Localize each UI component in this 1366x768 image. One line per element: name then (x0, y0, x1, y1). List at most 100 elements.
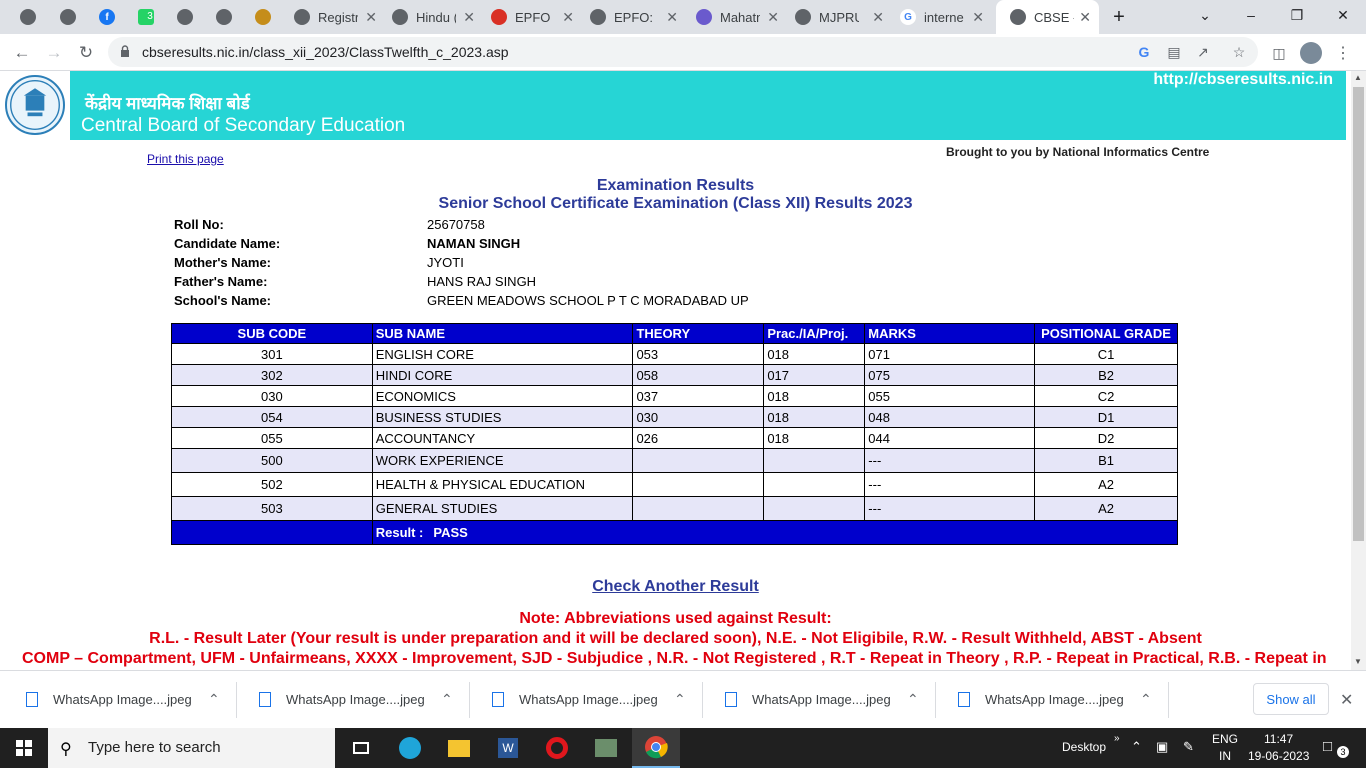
tab-label: EPFO: H (614, 9, 654, 25)
download-filename: WhatsApp Image....jpeg (985, 692, 1124, 707)
download-item[interactable]: WhatsApp Image....jpeg ⌃ (936, 671, 1169, 729)
forward-button[interactable]: → (41, 40, 67, 66)
table-cell-theory: 037 (632, 385, 765, 407)
cbse-banner: केंद्रीय माध्यमिक शिक्षा बोर्ड Central B… (0, 71, 1346, 140)
ita-icon (255, 9, 271, 25)
table-row: 502 HEALTH & PHYSICAL EDUCATION --- A2 (171, 472, 1178, 497)
tab-label: Hindu ( (416, 9, 456, 25)
translate-icon[interactable]: ▤ (1166, 44, 1182, 60)
download-item[interactable]: WhatsApp Image....jpeg ⌃ (4, 671, 237, 729)
table-cell-name: ECONOMICS (371, 385, 634, 407)
scroll-thumb[interactable] (1353, 87, 1364, 541)
window-close-icon[interactable]: ✕ (1320, 0, 1366, 30)
windows-taskbar: ⚲ Type here to search W Desktop » ⌃ ▣ ✎ … (0, 728, 1366, 768)
desktop-toolbar-label[interactable]: Desktop (1062, 740, 1106, 754)
maximize-icon[interactable]: ❐ (1274, 0, 1320, 30)
close-tab-icon[interactable]: ✕ (767, 9, 779, 25)
candidate-name-value: NAMAN SINGH (427, 236, 521, 251)
language-region[interactable]: IN (1219, 749, 1231, 763)
chrome-taskbar-icon[interactable] (632, 728, 680, 768)
chevron-up-icon[interactable]: ⌃ (674, 691, 686, 708)
browser-tab[interactable] (56, 0, 94, 34)
toolbar-expand-icon[interactable]: » (1114, 733, 1120, 744)
browser-tab[interactable]: Registr ✕ (290, 0, 385, 34)
address-bar[interactable]: cbseresults.nic.in/class_xii_2023/ClassT… (108, 37, 1258, 67)
close-tab-icon[interactable]: ✕ (463, 9, 475, 25)
close-tab-icon[interactable]: ✕ (972, 9, 984, 25)
close-tab-icon[interactable]: ✕ (1079, 9, 1091, 25)
clock-date[interactable]: 19-06-2023 (1248, 749, 1309, 763)
word-icon[interactable]: W (484, 728, 532, 768)
result-row: Result : PASS (171, 520, 1179, 545)
browser-tab[interactable]: Ginterne ✕ (896, 0, 992, 34)
network-icon[interactable]: ▣ (1156, 739, 1168, 755)
side-panel-icon[interactable]: ◫ (1266, 40, 1292, 66)
pen-icon[interactable]: ✎ (1183, 739, 1194, 755)
browser-tab[interactable]: Hindu ( ✕ (388, 0, 483, 34)
download-item[interactable]: WhatsApp Image....jpeg ⌃ (237, 671, 470, 729)
table-cell-grade: C1 (1034, 343, 1178, 365)
table-cell-theory (632, 448, 765, 473)
scroll-up-icon[interactable]: ▲ (1354, 73, 1362, 82)
new-tab-icon[interactable]: + (1096, 2, 1142, 32)
browser-tab[interactable] (212, 0, 250, 34)
browser-tab[interactable] (173, 0, 211, 34)
page-scrollbar[interactable]: ▲ ▼ (1351, 71, 1366, 670)
close-tab-icon[interactable]: ✕ (666, 9, 678, 25)
scroll-down-icon[interactable]: ▼ (1354, 657, 1362, 666)
browser-tab[interactable]: Mahatm ✕ (692, 0, 787, 34)
result-status: Result : PASS (371, 520, 1179, 545)
windows-start-icon[interactable] (0, 728, 48, 768)
browser-tab[interactable] (251, 0, 289, 34)
close-tab-icon[interactable]: ✕ (872, 9, 884, 25)
table-cell-prac: 018 (763, 343, 866, 365)
file-explorer-icon[interactable] (435, 728, 483, 768)
app-icon[interactable] (582, 728, 630, 768)
image-file-icon (259, 692, 271, 707)
table-cell-name: BUSINESS STUDIES (371, 406, 634, 428)
clock-time[interactable]: 11:47 (1264, 732, 1293, 746)
tray-overflow-icon[interactable]: ⌃ (1131, 739, 1142, 755)
table-cell-code: 301 (171, 343, 373, 365)
table-row: 503 GENERAL STUDIES --- A2 (171, 496, 1178, 521)
chevron-up-icon[interactable]: ⌃ (441, 691, 453, 708)
reload-button[interactable]: ↻ (73, 40, 99, 66)
profile-avatar[interactable] (1298, 40, 1324, 66)
downloads-bar: WhatsApp Image....jpeg ⌃ WhatsApp Image...… (0, 670, 1366, 728)
close-downloads-icon[interactable]: ✕ (1340, 690, 1353, 710)
browser-tab[interactable] (16, 0, 54, 34)
minimize-icon[interactable]: – (1228, 0, 1274, 30)
tab-search-icon[interactable]: ⌄ (1182, 0, 1228, 30)
show-all-downloads-button[interactable]: Show all (1253, 683, 1329, 715)
epfo-icon (491, 9, 507, 25)
close-tab-icon[interactable]: ✕ (365, 9, 377, 25)
back-button[interactable]: ← (9, 40, 35, 66)
download-item[interactable]: WhatsApp Image....jpeg ⌃ (470, 671, 703, 729)
close-tab-icon[interactable]: ✕ (562, 9, 574, 25)
browser-tab[interactable]: EPFO: H ✕ (586, 0, 686, 34)
download-filename: WhatsApp Image....jpeg (53, 692, 192, 707)
chevron-up-icon[interactable]: ⌃ (907, 691, 919, 708)
share-icon[interactable]: ↗ (1195, 44, 1211, 60)
bookmark-star-icon[interactable]: ☆ (1231, 44, 1247, 60)
image-file-icon (26, 692, 38, 707)
edge-icon[interactable] (386, 728, 434, 768)
menu-kebab-icon[interactable]: ⋮ (1330, 40, 1356, 66)
browser-tab[interactable]: EPFO || ✕ (487, 0, 582, 34)
taskbar-search-box[interactable]: ⚲ Type here to search (48, 728, 335, 768)
browser-tab[interactable]: 3 (134, 0, 172, 34)
download-item[interactable]: WhatsApp Image....jpeg ⌃ (703, 671, 936, 729)
google-lens-icon[interactable]: G (1136, 44, 1152, 60)
chevron-up-icon[interactable]: ⌃ (1140, 691, 1152, 708)
chevron-up-icon[interactable]: ⌃ (208, 691, 220, 708)
browser-tab[interactable]: f (95, 0, 133, 34)
tab-label: Registr (318, 9, 358, 25)
check-another-result-link[interactable]: Check Another Result (0, 578, 1351, 596)
browser-tab[interactable]: MJPRU ✕ (791, 0, 892, 34)
language-code[interactable]: ENG (1212, 732, 1238, 746)
print-page-link[interactable]: Print this page (147, 152, 224, 166)
opera-icon[interactable] (533, 728, 581, 768)
notifications-icon[interactable]: □ (1323, 738, 1332, 755)
task-view-icon[interactable] (337, 728, 385, 768)
browser-tab[interactable]: CBSE - ✕ (996, 0, 1099, 34)
